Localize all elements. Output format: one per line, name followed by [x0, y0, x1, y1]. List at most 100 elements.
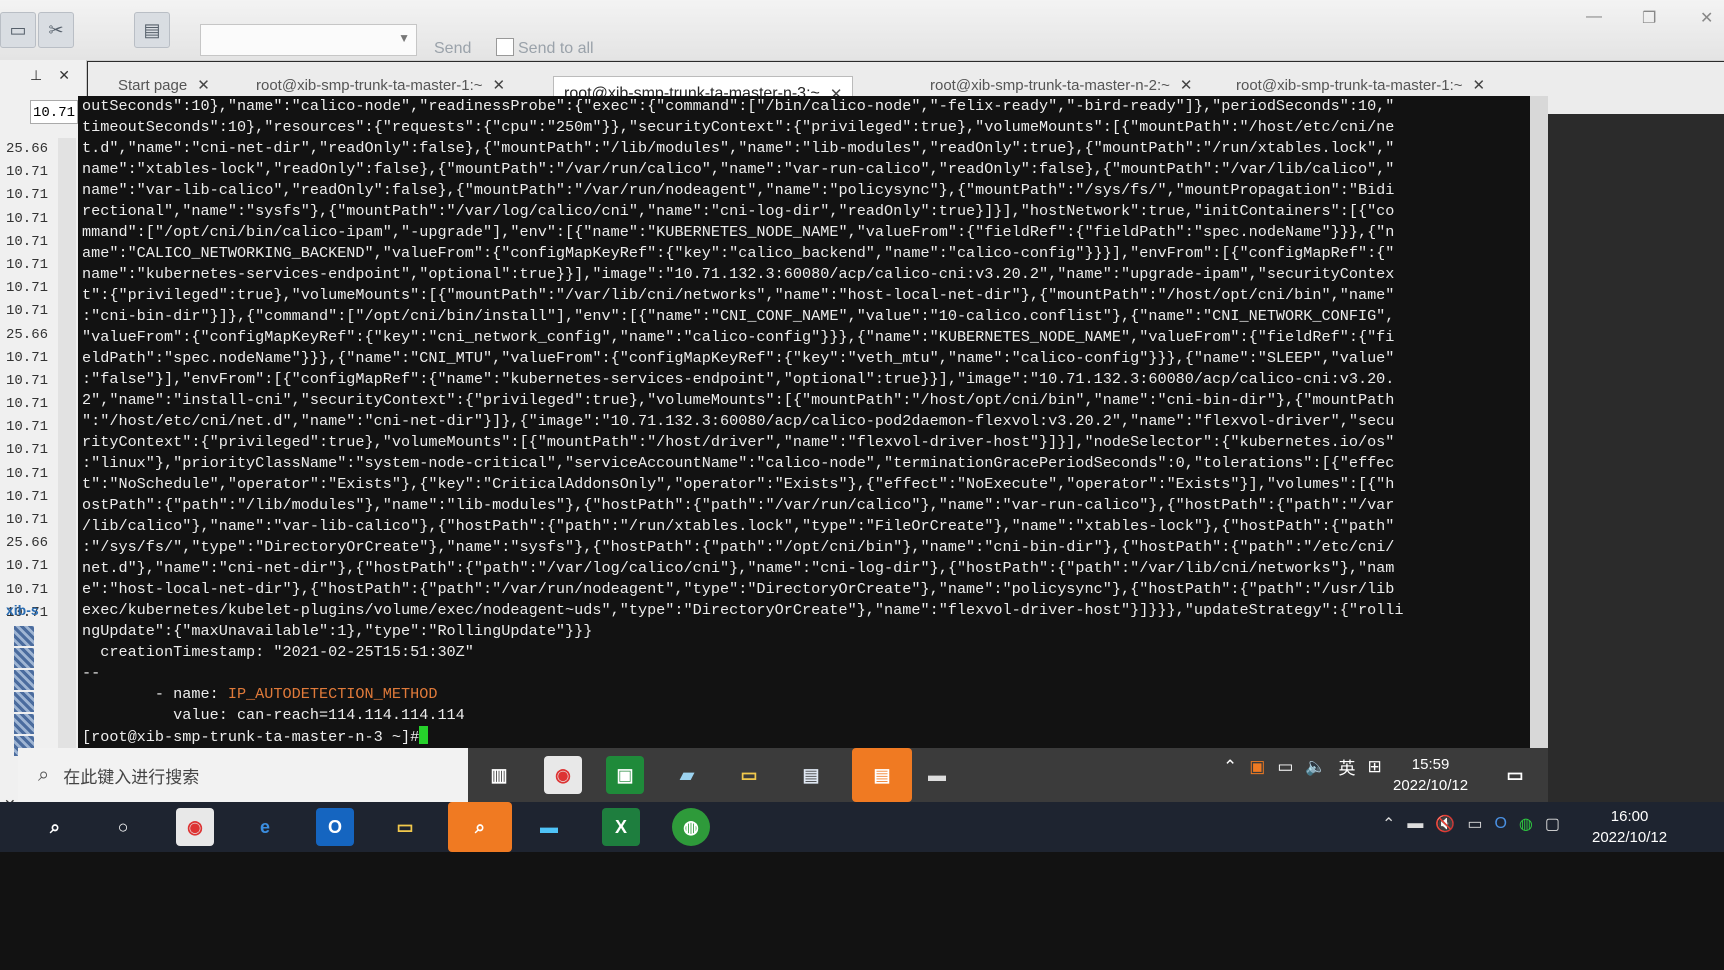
panel-scrollbar[interactable] — [58, 138, 76, 748]
send-to-all-checkbox[interactable] — [496, 38, 514, 56]
list-item[interactable]: 10.71 — [6, 370, 56, 393]
folder-icon[interactable]: ▭ — [730, 756, 768, 794]
list-item[interactable]: 10.71 — [6, 463, 56, 486]
list-item[interactable]: 25.66 — [6, 324, 56, 347]
ime-label[interactable]: 英 — [1339, 754, 1356, 779]
list-item[interactable]: 10.71 — [6, 254, 56, 277]
terminal-scrollbar[interactable] — [1530, 96, 1548, 748]
display-icon[interactable]: ▢ — [1545, 814, 1560, 834]
notes-icon[interactable]: ▰ — [668, 756, 706, 794]
list-item[interactable]: 10.71 — [6, 509, 56, 532]
wechat-icon[interactable]: ◍ — [1519, 814, 1533, 834]
clock-local[interactable]: 16:00 2022/10/12 — [1592, 806, 1667, 848]
folder-icon[interactable]: ▭ — [386, 808, 424, 846]
minimize-icon[interactable]: — — [1586, 8, 1602, 26]
terminal-line: -- — [82, 664, 101, 682]
terminal-output[interactable]: outSeconds":10},"name":"calico-node","re… — [78, 96, 1548, 748]
terminal-line: ostPath":{"path":"/lib/modules"},"name":… — [82, 496, 1395, 514]
command-combo[interactable]: ▼ — [200, 24, 417, 56]
list-item[interactable]: 10.71 — [6, 161, 56, 184]
search-icon[interactable]: ⌕ — [36, 808, 74, 846]
clock-date: 2022/10/12 — [1592, 829, 1668, 846]
close-icon[interactable]: ✕ — [1700, 8, 1713, 28]
list-item[interactable]: 10.71 — [6, 208, 56, 231]
session-filter-input[interactable]: 10.71 — [30, 100, 78, 124]
list-item[interactable]: 10.71 — [6, 486, 56, 509]
search-app-icon[interactable]: ⌕ — [448, 802, 512, 852]
outlook-icon[interactable]: O — [316, 808, 354, 846]
task-view-icon[interactable]: ▥ — [480, 756, 518, 794]
chevron-down-icon: ▼ — [398, 31, 410, 45]
clock[interactable]: 15:59 2022/10/12 — [1393, 754, 1468, 796]
excel-icon[interactable]: X — [602, 808, 640, 846]
terminal-line: timeoutSeconds":10},"resources":{"reques… — [82, 118, 1395, 136]
list-item[interactable]: 10.71 — [6, 277, 56, 300]
terminal-app-icon[interactable]: ▣ — [606, 756, 644, 794]
chrome-icon[interactable]: ◉ — [176, 808, 214, 846]
list-item[interactable]: 10.71 — [6, 300, 56, 323]
folder-icon[interactable]: ▭ — [0, 12, 36, 48]
terminal-line: net.d"},"name":"cni-net-dir"},{"hostPath… — [82, 559, 1395, 577]
terminal-line: name":"var-lib-calico","readOnly":false}… — [82, 181, 1395, 199]
remote-desktop-icon[interactable]: ▬ — [530, 808, 568, 846]
host-group-label[interactable]: xib-s — [6, 602, 39, 618]
server-icon[interactable] — [14, 648, 34, 668]
keyboard-icon[interactable]: ⊞ — [1368, 757, 1382, 777]
server-icon[interactable] — [14, 714, 34, 734]
list-item[interactable]: 10.71 — [6, 416, 56, 439]
list-item[interactable]: 10.71 — [6, 439, 56, 462]
yaml-key: - name: — [82, 685, 228, 703]
clock-time: 16:00 — [1610, 808, 1649, 825]
terminal-line: e":"host-local-net-dir"},{"hostPath":{"p… — [82, 580, 1395, 598]
list-item[interactable]: 10.71 — [6, 393, 56, 416]
server-icon[interactable] — [14, 692, 34, 712]
list-item[interactable]: 10.71 — [6, 579, 56, 602]
network-icon[interactable]: ▭ — [1467, 814, 1482, 834]
tab-label: root@xib-smp-trunk-ta-master-1:~ — [1236, 76, 1463, 94]
terminal-line: name":"xtables-lock","readOnly":false},{… — [82, 160, 1395, 178]
app-icon[interactable]: ▤ — [852, 748, 912, 802]
store-icon[interactable]: ▤ — [792, 756, 830, 794]
cortana-icon[interactable]: ○ — [104, 808, 142, 846]
list-item[interactable]: 10.71 — [6, 555, 56, 578]
terminal-line: mmand":["/opt/cni/bin/calico-ipam","-upg… — [82, 223, 1395, 241]
server-icon[interactable] — [14, 670, 34, 690]
terminal-line: /lib/calico"},"name":"var-lib-calico"},{… — [82, 517, 1395, 535]
network-icon[interactable]: ▭ — [1277, 757, 1293, 777]
mute-icon[interactable]: 🔇 — [1435, 814, 1455, 834]
terminal-line: 2","name":"install-cni","securityContext… — [82, 391, 1395, 409]
server-icon[interactable] — [14, 626, 34, 646]
list-item[interactable]: 10.71 — [6, 184, 56, 207]
list-item[interactable]: 25.66 — [6, 138, 56, 161]
search-box[interactable]: ⌕ 在此键入进行搜索 — [18, 748, 468, 802]
app-tray-icon[interactable]: ▣ — [1249, 757, 1265, 777]
close-icon[interactable]: ✕ — [1180, 76, 1193, 94]
list-item[interactable]: 10.71 — [6, 347, 56, 370]
send-button[interactable]: Send — [434, 40, 471, 58]
pin-icon[interactable]: ⊥ — [30, 67, 42, 84]
chrome-icon[interactable]: ◉ — [544, 756, 582, 794]
app-green-icon[interactable]: ◍ — [672, 808, 710, 846]
terminal-line: name":"kubernetes-services-endpoint","op… — [82, 265, 1395, 283]
terminal-line: rectional","name":"sysfs"},{"mountPath":… — [82, 202, 1395, 220]
close-icon[interactable]: ✕ — [197, 76, 210, 94]
clock-time: 15:59 — [1411, 756, 1450, 773]
list-item[interactable]: 10.71 — [6, 231, 56, 254]
volume-icon[interactable]: 🔈 — [1305, 757, 1326, 777]
console-icon[interactable]: ▬ — [918, 756, 956, 794]
shell-prompt: [root@xib-smp-trunk-ta-master-n-3 ~]# — [82, 728, 420, 746]
disconnect-icon[interactable]: ✂ — [38, 12, 74, 48]
outlook-tray-icon[interactable]: O — [1494, 815, 1506, 833]
battery-icon[interactable]: ▬ — [1407, 815, 1423, 833]
close-icon[interactable]: ✕ — [493, 76, 506, 94]
terminal-line: ame":"CALICO_NETWORKING_BACKEND","valueF… — [82, 244, 1395, 262]
close-icon[interactable]: ✕ — [58, 67, 70, 84]
list-item[interactable]: 25.66 — [6, 532, 56, 555]
close-icon[interactable]: ✕ — [1473, 76, 1486, 94]
paste-icon[interactable]: ▤ — [134, 12, 170, 48]
notification-icon[interactable]: ▭ — [1496, 756, 1534, 794]
chevron-up-icon[interactable]: ⌃ — [1382, 814, 1395, 834]
ie-icon[interactable]: e — [246, 808, 284, 846]
chevron-up-icon[interactable]: ⌃ — [1223, 757, 1237, 777]
restore-icon[interactable]: ❐ — [1642, 8, 1656, 28]
